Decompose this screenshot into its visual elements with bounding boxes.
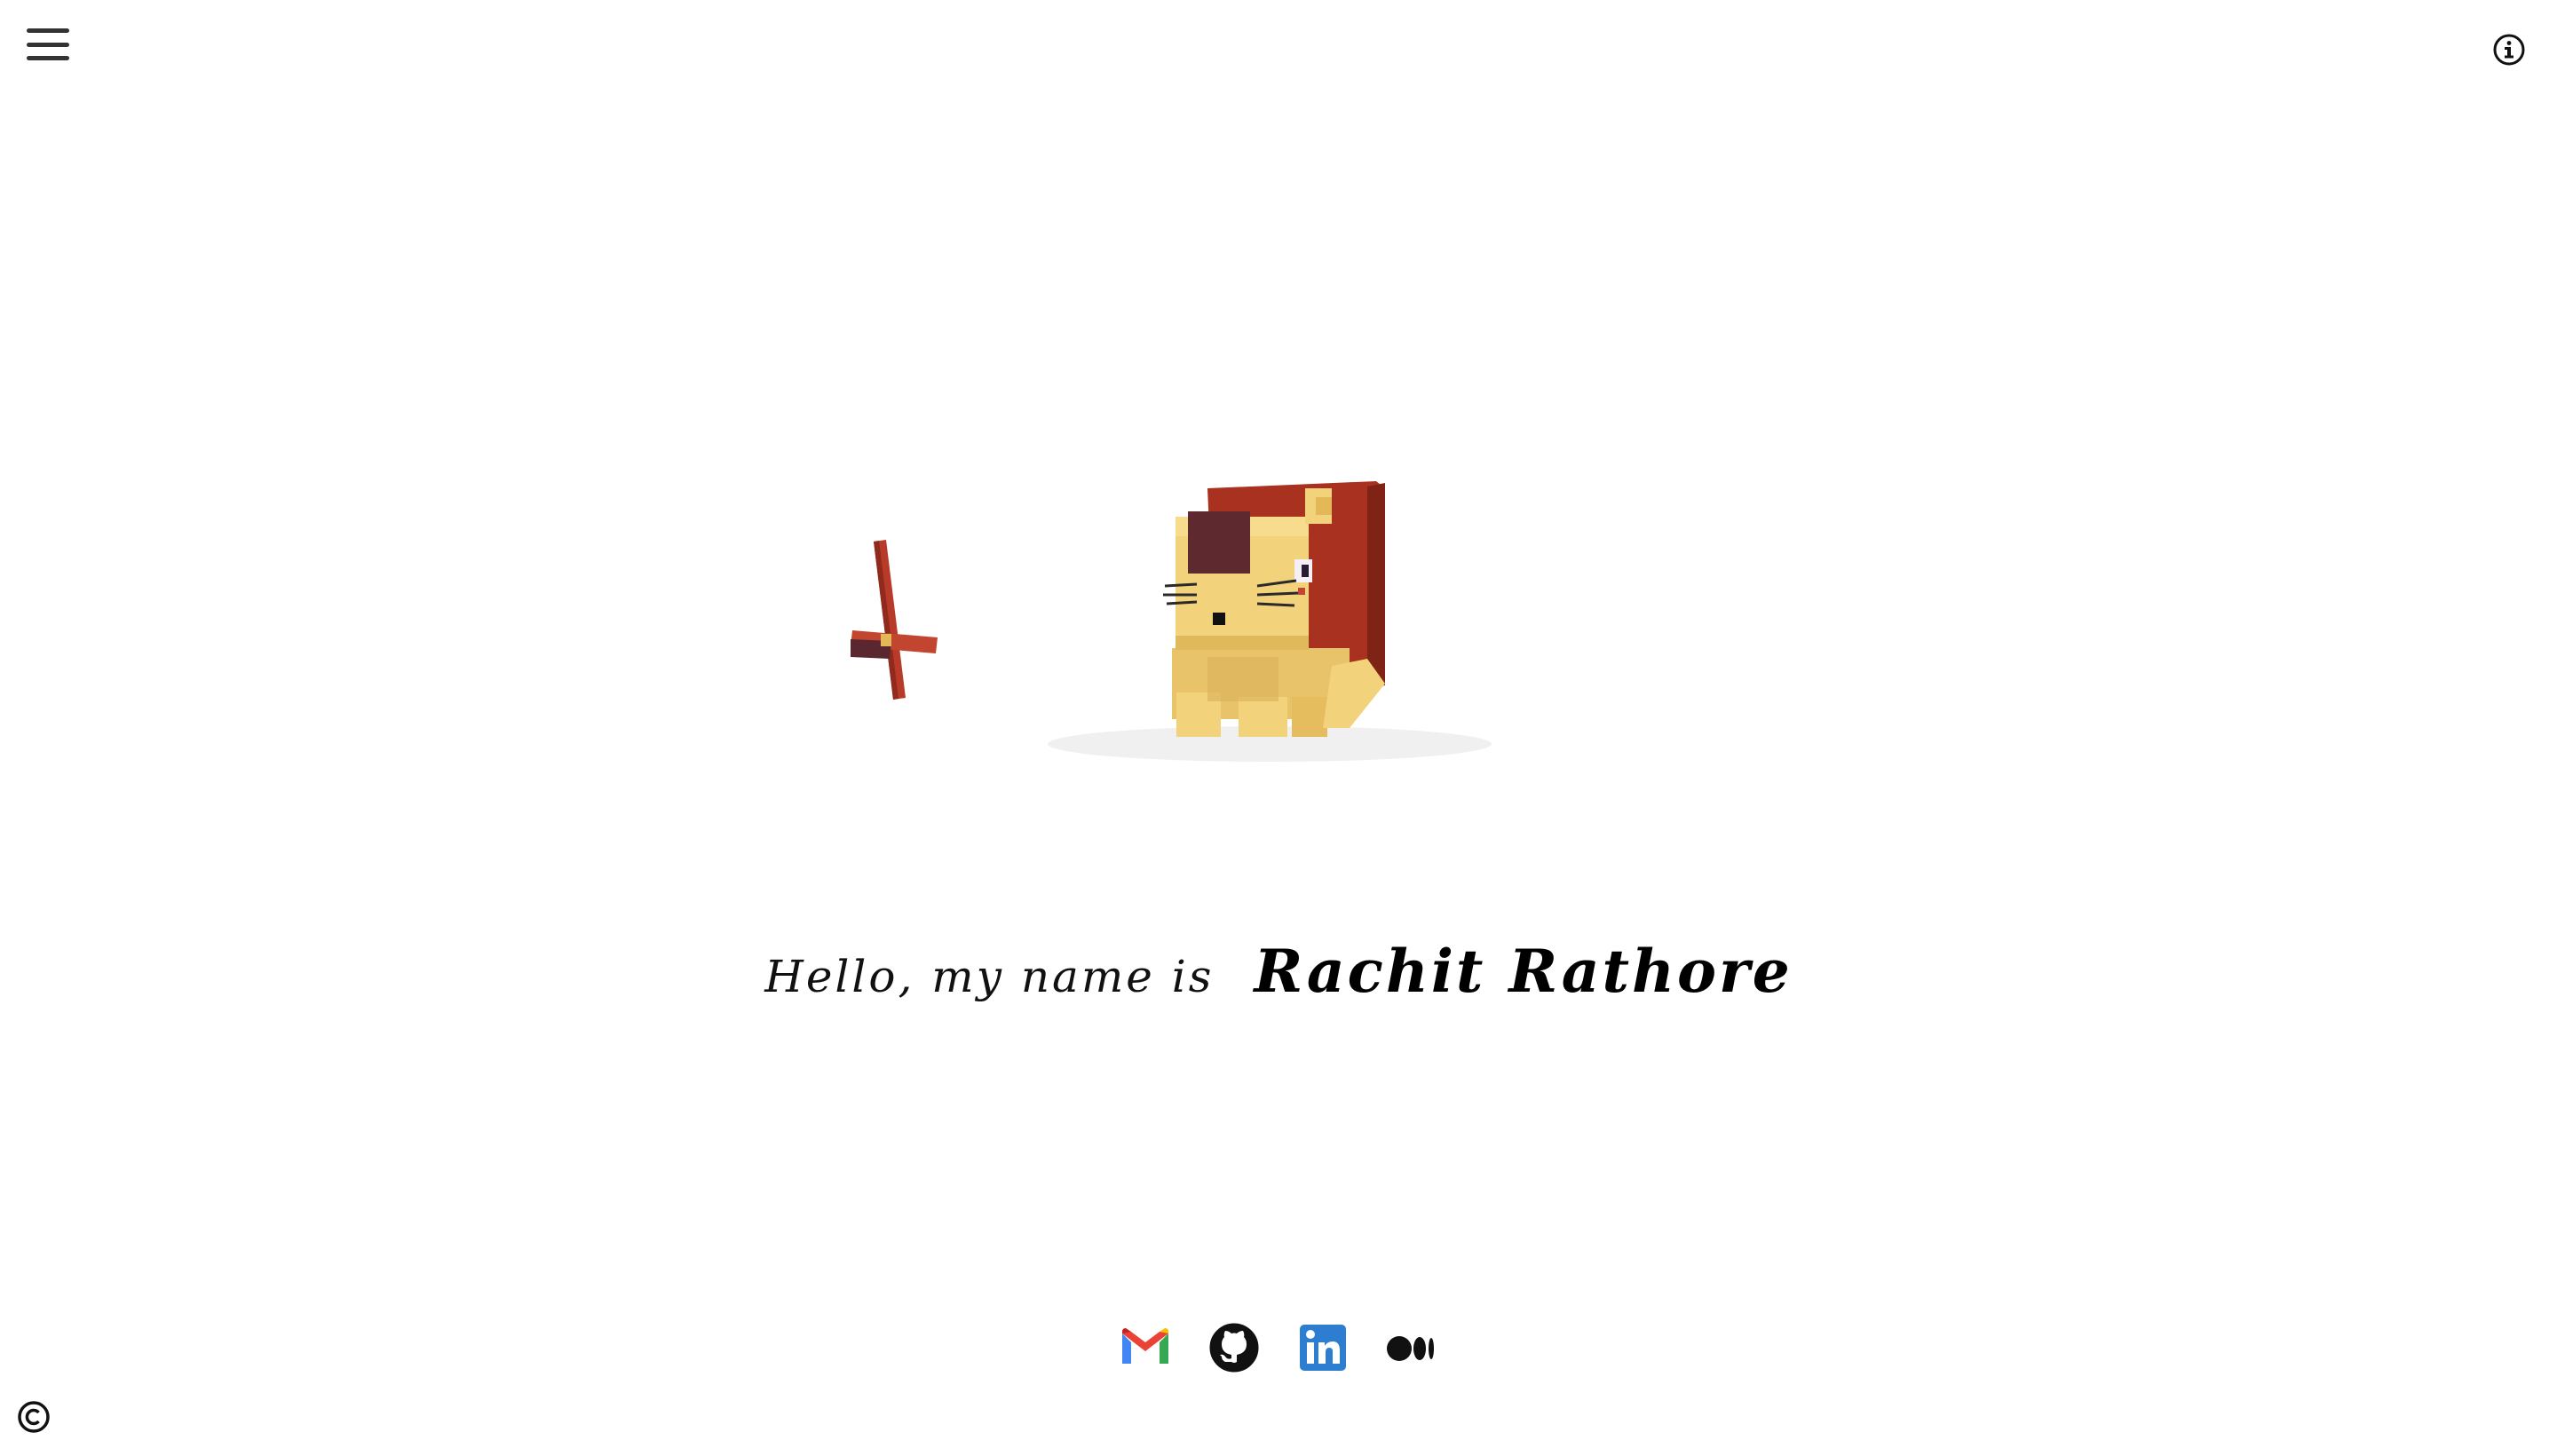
menu-bar [27,42,69,47]
linkedin-icon [1300,1325,1346,1371]
hero-illustration [799,462,1527,781]
gmail-icon [1122,1328,1168,1364]
copyright-icon[interactable] [16,1399,51,1435]
greeting: Hello, my name is Rachit Rathore [0,937,2557,1006]
medium-link[interactable] [1385,1321,1438,1374]
menu-bar [27,28,69,33]
info-icon[interactable] [2491,32,2527,67]
hamburger-menu-icon[interactable] [27,27,69,62]
greeting-name: Rachit Rathore [1254,937,1793,1006]
windmill-icon [851,540,938,700]
github-icon [1209,1323,1259,1373]
medium-icon [1387,1336,1434,1361]
linkedin-link[interactable] [1296,1321,1350,1374]
menu-bar [27,56,69,60]
gmail-link[interactable] [1119,1321,1172,1374]
github-link[interactable] [1207,1321,1261,1374]
social-links [0,1321,2557,1374]
greeting-intro: Hello, my name is [764,951,1215,1002]
voxel-lion-scene [851,481,1492,762]
